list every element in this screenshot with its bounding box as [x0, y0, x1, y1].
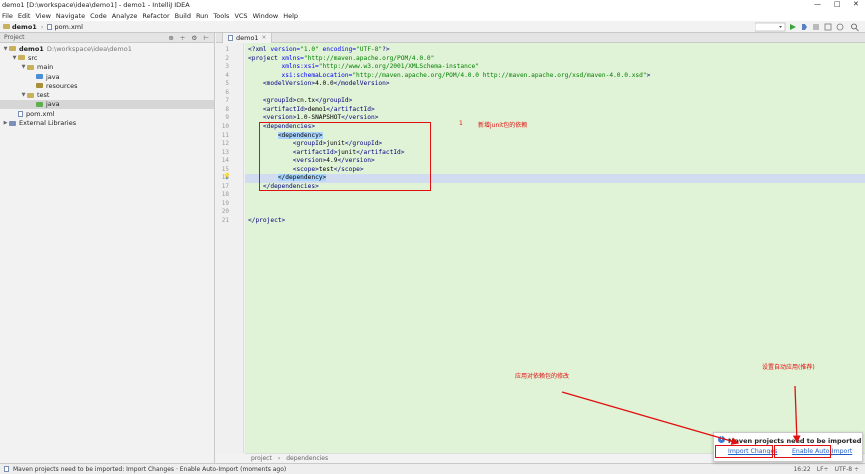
arrow-to-auto-import — [792, 385, 801, 444]
annotation-arrows — [561, 385, 801, 445]
arrow-to-import-changes — [561, 391, 740, 445]
